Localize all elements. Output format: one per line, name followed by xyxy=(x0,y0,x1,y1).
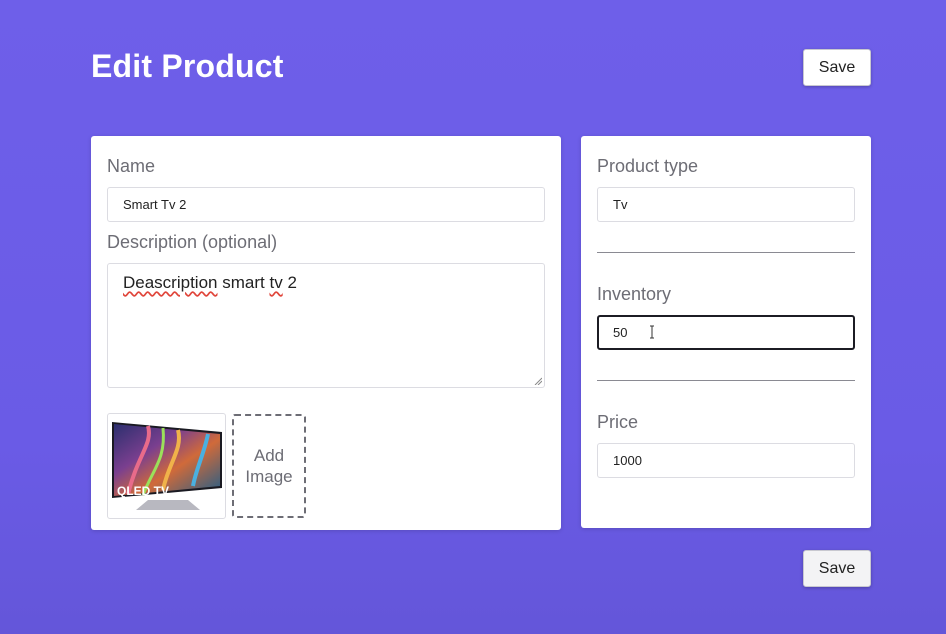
divider xyxy=(597,380,855,381)
text-cursor-icon xyxy=(650,325,654,339)
price-input[interactable] xyxy=(597,443,855,478)
description-word: smart xyxy=(222,273,265,292)
divider xyxy=(597,252,855,253)
add-image-label-line2: Image xyxy=(245,467,293,486)
product-organization-card: Product type Inventory Price xyxy=(581,136,871,528)
add-image-label-line1: Add xyxy=(253,446,285,465)
tv-image-label: QLED TV xyxy=(117,484,169,498)
name-input[interactable] xyxy=(107,187,545,222)
description-word: 2 xyxy=(287,273,297,292)
save-button-bottom[interactable]: Save xyxy=(803,550,871,587)
resize-grip-icon[interactable] xyxy=(534,377,542,385)
inventory-label: Inventory xyxy=(597,284,672,304)
add-image-button[interactable]: Add Image xyxy=(232,414,306,518)
save-button-top[interactable]: Save xyxy=(803,49,871,86)
description-label: Description (optional) xyxy=(107,232,278,252)
tv-image: QLED TV xyxy=(112,422,222,510)
price-label: Price xyxy=(597,412,639,432)
product-details-card: Name Description (optional) Deascription… xyxy=(91,136,561,530)
name-label: Name xyxy=(107,156,156,176)
inventory-field-wrapper xyxy=(597,315,855,350)
description-word-misspelled: tv xyxy=(269,273,283,292)
inventory-input[interactable] xyxy=(597,315,855,350)
description-textarea[interactable]: Deascription smart tv 2 xyxy=(107,263,545,388)
product-type-label: Product type xyxy=(597,156,699,176)
product-type-input[interactable] xyxy=(597,187,855,222)
page-title: Edit Product xyxy=(91,48,284,84)
product-image-thumbnail[interactable]: QLED TV xyxy=(107,413,226,519)
description-word-misspelled: Deascription xyxy=(123,273,218,292)
